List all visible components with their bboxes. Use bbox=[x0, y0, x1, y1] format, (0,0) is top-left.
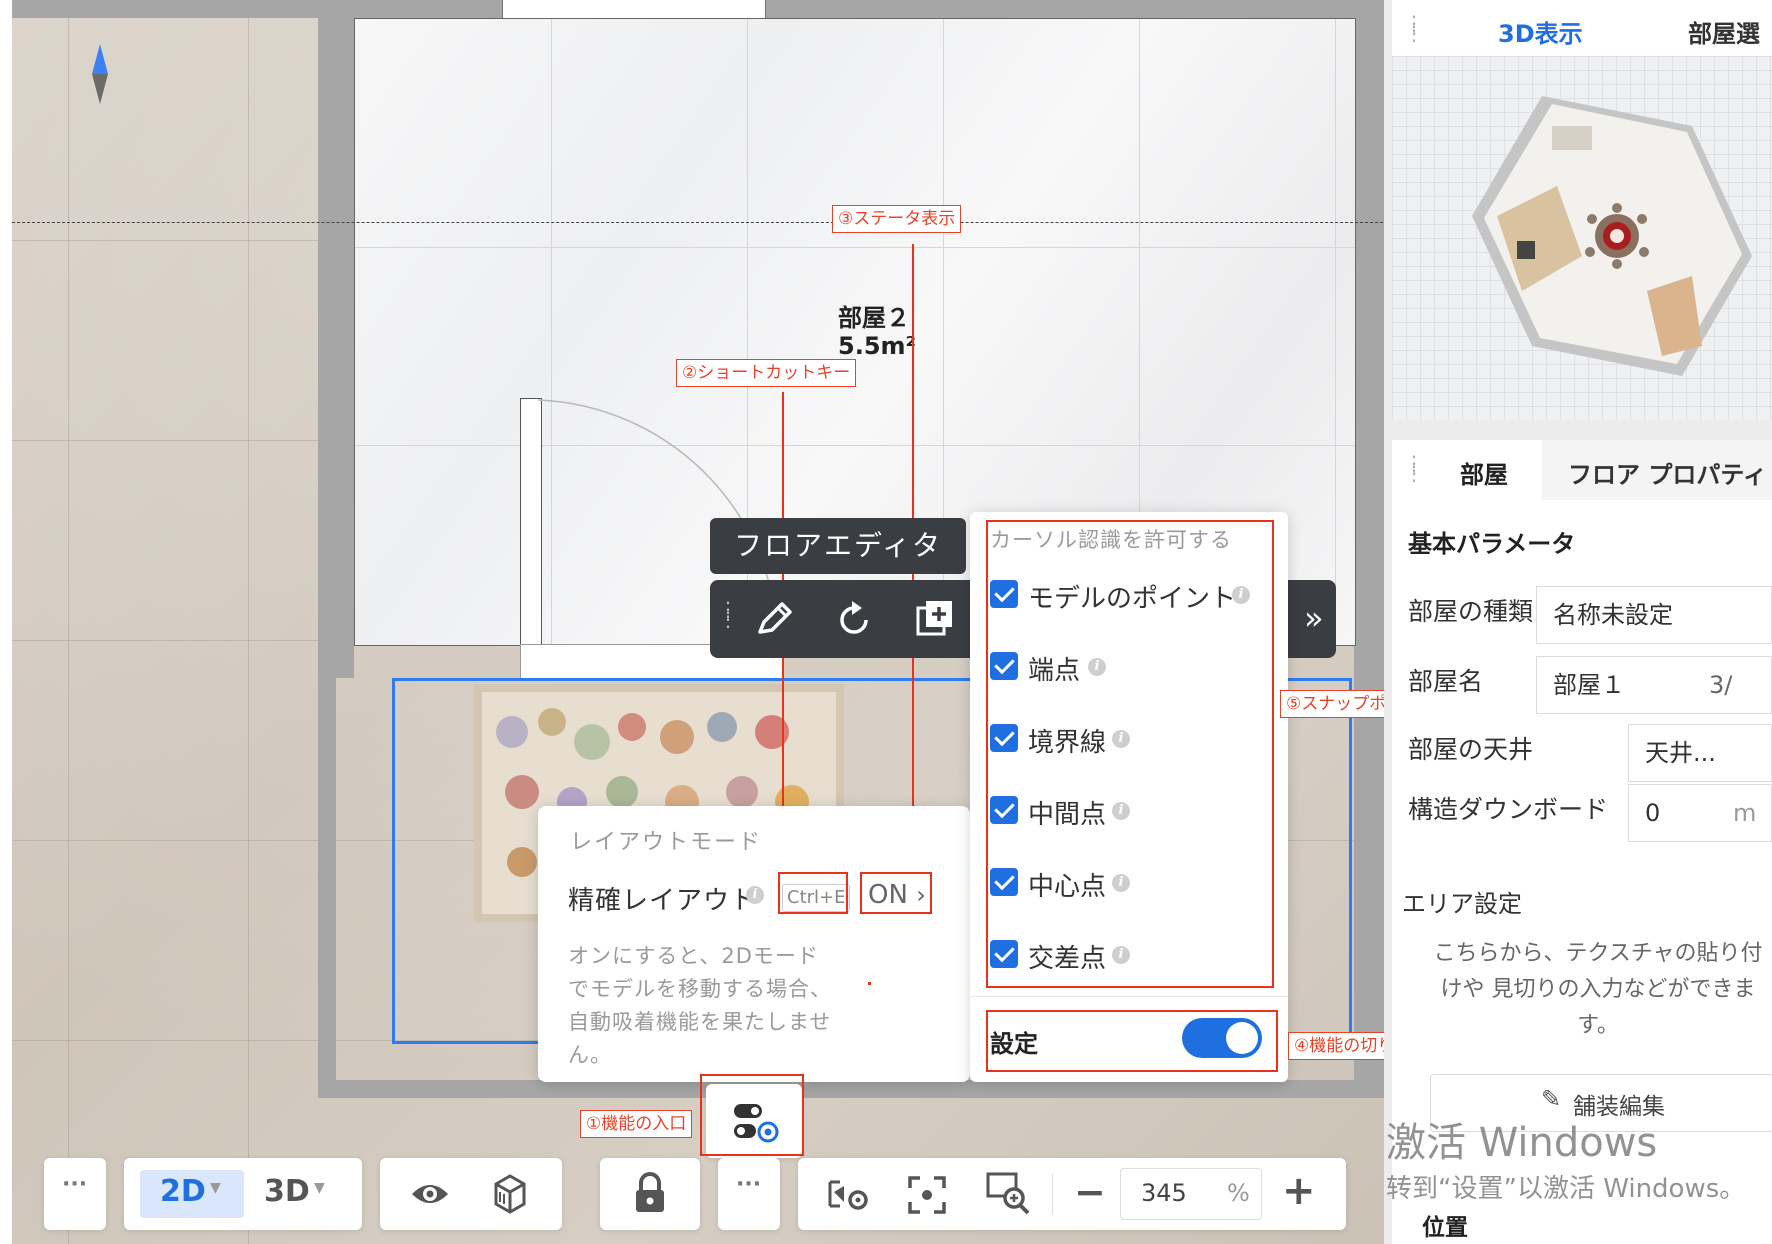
focus-icon[interactable] bbox=[908, 1176, 946, 1214]
info-icon[interactable]: i bbox=[746, 886, 764, 904]
toolbar-more-mid[interactable]: ··· bbox=[718, 1158, 780, 1230]
wall bbox=[318, 1080, 1398, 1098]
precise-layout-label: 精確レイアウト bbox=[568, 886, 758, 916]
tab-room-label: 部屋 bbox=[1460, 461, 1508, 489]
tab-room[interactable]: 部屋 bbox=[1438, 440, 1542, 500]
more-icon: ··· bbox=[736, 1172, 762, 1197]
room-type-label: 部屋の種類 bbox=[1408, 597, 1534, 626]
zoom-out-button[interactable]: − bbox=[1074, 1170, 1106, 1214]
room-area-label: 5.5m² bbox=[838, 332, 917, 360]
downboard-label: 構造ダウンボード bbox=[1408, 795, 1609, 824]
3d-viewport[interactable] bbox=[1392, 56, 1772, 420]
display-group bbox=[380, 1158, 562, 1230]
caret-down-icon: ▼ bbox=[314, 1180, 325, 1196]
window-opening bbox=[502, 0, 766, 19]
tab-3d-view-label: 3D表示 bbox=[1498, 20, 1583, 48]
drag-handle-icon[interactable]: ⋮ ⋮ bbox=[1404, 13, 1424, 43]
wall bbox=[336, 18, 354, 678]
pencil-icon: ✎ bbox=[1541, 1085, 1562, 1113]
tab-room-select[interactable]: 部屋選 bbox=[1688, 14, 1760, 49]
zoom-unit: % bbox=[1227, 1179, 1250, 1207]
lock-group bbox=[600, 1158, 700, 1230]
drag-handle-icon[interactable]: ⋮ ⋮ bbox=[718, 599, 738, 629]
layout-description: オンにすると、2Dモードでモデルを移動する場合、自動吸着機能を果たしません。 bbox=[568, 944, 832, 1067]
rotate-icon[interactable] bbox=[834, 598, 876, 640]
red-dot bbox=[868, 982, 871, 985]
zoom-group: − 345 % + bbox=[798, 1158, 1346, 1230]
caret-down-icon: ▼ bbox=[210, 1180, 221, 1196]
compass-icon[interactable] bbox=[88, 44, 112, 106]
expand-icon[interactable]: » bbox=[1304, 598, 1324, 638]
duplicate-icon[interactable] bbox=[914, 598, 956, 640]
guide-line bbox=[12, 222, 1398, 223]
area-description: こちらから、テクスチャの貼り付けや 見切りの入力などができます。 bbox=[1433, 941, 1763, 1038]
tab-3d-view[interactable]: 3D表示 bbox=[1438, 0, 1620, 59]
drag-handle-icon[interactable]: ⋮ ⋮ bbox=[1404, 453, 1424, 483]
cube-icon[interactable] bbox=[490, 1172, 530, 1214]
zoom-area-icon[interactable] bbox=[986, 1172, 1032, 1216]
mode-3d-button[interactable]: 3D bbox=[264, 1174, 310, 1209]
room-name-label: 部屋２ bbox=[838, 304, 910, 332]
eye-icon[interactable] bbox=[410, 1176, 450, 1212]
room-name-input[interactable]: 部屋１ 3/ bbox=[1536, 656, 1772, 714]
annotation-status: ③ステータ表示 bbox=[832, 205, 962, 233]
view-settings-icon[interactable] bbox=[826, 1176, 872, 1214]
3d-preview-panel: ⋮ ⋮ 3D表示 部屋選 bbox=[1392, 0, 1772, 420]
area-settings-heading: エリア設定 bbox=[1402, 890, 1522, 918]
annotation-shortcut: ②ショートカットキー bbox=[676, 359, 857, 387]
toolbar-more-left[interactable]: ··· bbox=[44, 1158, 106, 1230]
downboard-unit: m bbox=[1733, 799, 1757, 827]
room-type-select[interactable]: 名称未設定 bbox=[1536, 586, 1772, 644]
lock-icon[interactable] bbox=[632, 1170, 668, 1216]
ceiling-label: 部屋の天井 bbox=[1408, 735, 1534, 764]
view-mode-group: 2D ▼ 3D ▼ bbox=[124, 1158, 362, 1230]
annotation-box-status bbox=[860, 872, 932, 914]
room-name-label: 部屋名 bbox=[1408, 667, 1484, 696]
mode-2d-label: 2D bbox=[160, 1174, 206, 1209]
annotation-box-toggle bbox=[986, 1010, 1278, 1072]
annotation-box-entry bbox=[700, 1074, 804, 1156]
more-icon: ··· bbox=[62, 1172, 88, 1197]
wall bbox=[318, 18, 336, 1098]
zoom-value: 345 bbox=[1141, 1179, 1187, 1207]
annotation-box-snap-list bbox=[986, 520, 1274, 988]
pencil-icon[interactable] bbox=[754, 598, 796, 640]
zoom-input[interactable]: 345 % bbox=[1120, 1168, 1262, 1220]
room-name-value: 部屋１ bbox=[1553, 671, 1625, 699]
position-heading: 位置 bbox=[1422, 1215, 1468, 1241]
3d-model-render bbox=[1472, 96, 1752, 376]
annotation-entry: ①機能の入口 bbox=[580, 1110, 693, 1138]
downboard-input[interactable]: 0 m bbox=[1628, 784, 1772, 842]
watermark-title: 激活 Windows bbox=[1386, 1120, 1658, 1166]
room-name-count: 3/ bbox=[1709, 671, 1733, 699]
watermark-subtitle: 转到“设置”以激活 Windows。 bbox=[1386, 1174, 1746, 1204]
annotation-box-shortcut bbox=[778, 872, 848, 914]
layout-mode-popup: レイアウトモード 精確レイアウト i Ctrl+E ON › オンにすると、2D… bbox=[538, 806, 970, 1082]
right-panel: ⋮ ⋮ 3D表示 部屋選 ⋮ ⋮ 部屋 フロア プロパティ 基本パラメータ 部屋… bbox=[1384, 0, 1772, 1244]
floor-editor-title: フロアエディター bbox=[710, 518, 966, 618]
downboard-value: 0 bbox=[1645, 799, 1661, 827]
section-basic-params: 基本パラメータ bbox=[1408, 530, 1576, 558]
zoom-in-button[interactable]: + bbox=[1282, 1168, 1316, 1214]
tab-floor-properties[interactable]: フロア プロパティ bbox=[1568, 455, 1767, 490]
ceiling-select[interactable]: 天井... bbox=[1628, 724, 1772, 782]
layout-mode-heading: レイアウトモード bbox=[570, 830, 763, 855]
